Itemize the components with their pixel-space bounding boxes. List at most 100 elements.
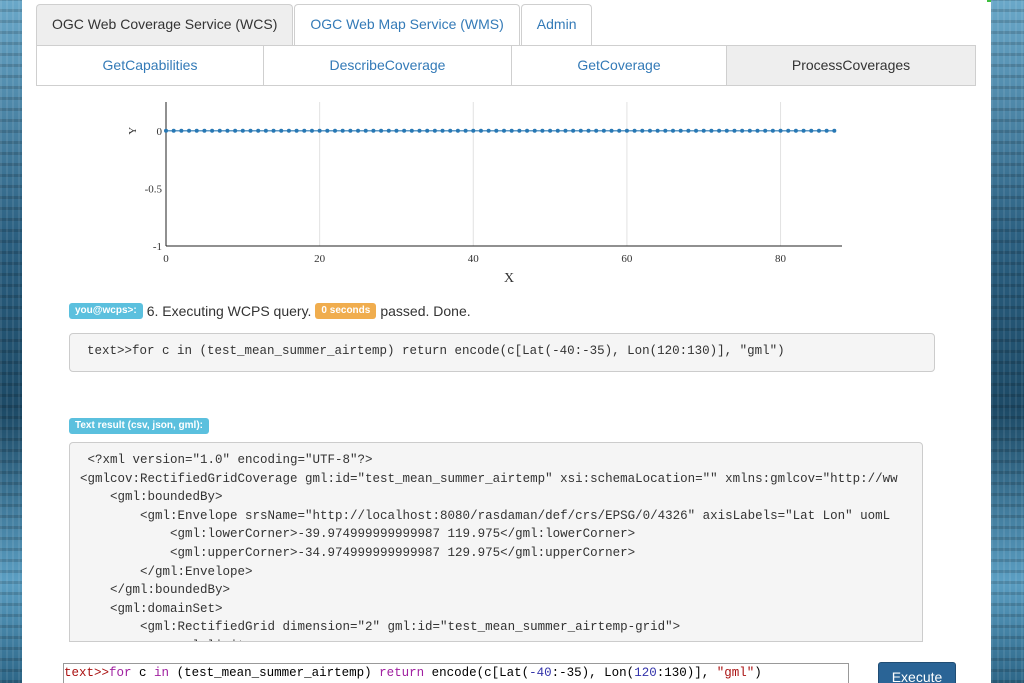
cmd-part4: :130)], bbox=[656, 666, 717, 680]
y-tick-label: -0.5 bbox=[145, 183, 163, 195]
page: OGC Web Coverage Service (WCS) OGC Web M… bbox=[22, 0, 991, 683]
data-point bbox=[478, 128, 483, 133]
cmd-var: c bbox=[131, 666, 155, 680]
data-point bbox=[202, 128, 207, 133]
background-left bbox=[0, 0, 22, 683]
data-point bbox=[194, 128, 199, 133]
tab-admin[interactable]: Admin bbox=[520, 4, 593, 45]
data-point bbox=[486, 128, 491, 133]
text-result-label: Text result (csv, json, gml): bbox=[69, 415, 213, 434]
data-point bbox=[440, 128, 445, 133]
data-point bbox=[778, 128, 783, 133]
data-point bbox=[747, 128, 752, 133]
y-axis-label: Y bbox=[127, 127, 139, 135]
cmd-keyword-in: in bbox=[154, 666, 170, 680]
tab-getcoverage[interactable]: GetCoverage bbox=[511, 45, 727, 86]
tab-describecoverage[interactable]: DescribeCoverage bbox=[263, 45, 512, 86]
user-badge: you@wcps>: bbox=[69, 303, 143, 319]
data-point bbox=[770, 128, 775, 133]
data-point bbox=[402, 128, 407, 133]
cmd-prefix: text>> bbox=[64, 666, 110, 680]
chart-axes: 0 20 40 60 80 0 -0.5 -1 bbox=[145, 102, 842, 265]
data-point bbox=[732, 128, 737, 133]
data-point bbox=[571, 128, 576, 133]
data-point bbox=[563, 128, 568, 133]
data-point bbox=[525, 128, 530, 133]
cmd-keyword-return: return bbox=[379, 666, 425, 680]
chart: 0 20 40 60 80 0 -0.5 -1 X Y bbox=[127, 102, 842, 286]
data-point bbox=[409, 128, 414, 133]
data-point bbox=[678, 128, 683, 133]
data-point bbox=[233, 128, 238, 133]
status-suffix: passed. Done. bbox=[380, 303, 471, 319]
data-point bbox=[317, 128, 322, 133]
data-point bbox=[717, 128, 722, 133]
execute-button[interactable]: Execute bbox=[878, 662, 956, 683]
x-tick-label: 0 bbox=[163, 253, 169, 265]
data-point bbox=[832, 128, 837, 133]
status-line: you@wcps>: 6. Executing WCPS query. 0 se… bbox=[69, 303, 471, 319]
chart-points bbox=[164, 128, 837, 133]
data-point bbox=[394, 128, 399, 133]
result-lines: <?xml version="1.0" encoding="UTF-8"?> <g… bbox=[70, 443, 922, 641]
result-line: <gml:limits> bbox=[80, 637, 922, 641]
data-point bbox=[309, 128, 314, 133]
data-point bbox=[371, 128, 376, 133]
result-line: </gml:Envelope> bbox=[80, 564, 253, 579]
data-point bbox=[809, 128, 814, 133]
status-message: 6. Executing WCPS query. bbox=[146, 303, 312, 319]
cmd-part3: :-35), Lon( bbox=[551, 666, 635, 680]
data-point bbox=[217, 128, 222, 133]
data-point bbox=[686, 128, 691, 133]
data-point bbox=[256, 128, 261, 133]
data-point bbox=[709, 128, 714, 133]
tab-wcs[interactable]: OGC Web Coverage Service (WCS) bbox=[36, 4, 294, 45]
data-point bbox=[463, 128, 468, 133]
data-point bbox=[816, 128, 821, 133]
tab-processcoverages[interactable]: ProcessCoverages bbox=[726, 45, 976, 86]
tab-getcapabilities[interactable]: GetCapabilities bbox=[36, 45, 264, 86]
data-point bbox=[578, 128, 583, 133]
data-point bbox=[271, 128, 276, 133]
data-point bbox=[455, 128, 460, 133]
sub-tabs: GetCapabilities DescribeCoverage GetCove… bbox=[36, 45, 976, 86]
data-point bbox=[755, 128, 760, 133]
tab-wms[interactable]: OGC Web Map Service (WMS) bbox=[294, 4, 520, 45]
result-line: <gmlcov:RectifiedGridCoverage gml:id="te… bbox=[80, 471, 898, 486]
result-line: <gml:Envelope srsName="http://localhost:… bbox=[80, 508, 891, 523]
data-point bbox=[333, 128, 337, 133]
data-point bbox=[286, 128, 291, 133]
x-axis-label: X bbox=[504, 271, 514, 286]
data-point bbox=[640, 128, 645, 133]
data-point bbox=[624, 128, 629, 133]
cmd-string: "gml" bbox=[716, 666, 755, 680]
data-point bbox=[502, 128, 506, 133]
command-input[interactable]: text>>for c in (test_mean_summer_airtemp… bbox=[63, 663, 849, 683]
cmd-keyword-for: for bbox=[109, 666, 132, 680]
cmd-num1: -40 bbox=[529, 666, 552, 680]
data-point bbox=[348, 128, 353, 133]
data-point bbox=[210, 128, 215, 133]
data-point bbox=[671, 128, 675, 133]
data-point bbox=[694, 128, 699, 133]
data-point bbox=[594, 128, 599, 133]
data-point bbox=[532, 128, 537, 133]
data-point bbox=[417, 128, 422, 133]
text-result-output[interactable]: <?xml version="1.0" encoding="UTF-8"?> <g… bbox=[69, 442, 923, 642]
corner-indicator bbox=[987, 0, 991, 2]
data-point bbox=[824, 128, 829, 133]
data-point bbox=[801, 128, 806, 133]
time-badge: 0 seconds bbox=[315, 303, 377, 319]
data-point bbox=[663, 128, 668, 133]
data-point bbox=[540, 128, 545, 133]
result-line: <gml:RectifiedGrid dimension="2" gml:id=… bbox=[80, 620, 681, 635]
x-tick-label: 20 bbox=[314, 253, 326, 265]
data-point bbox=[164, 128, 168, 133]
data-point bbox=[279, 128, 284, 133]
data-point bbox=[379, 128, 384, 133]
data-point bbox=[425, 128, 430, 133]
data-point bbox=[763, 128, 768, 133]
data-point bbox=[647, 128, 652, 133]
data-point bbox=[294, 128, 299, 133]
cmd-part1: (test_mean_summer_airtemp) bbox=[169, 666, 380, 680]
